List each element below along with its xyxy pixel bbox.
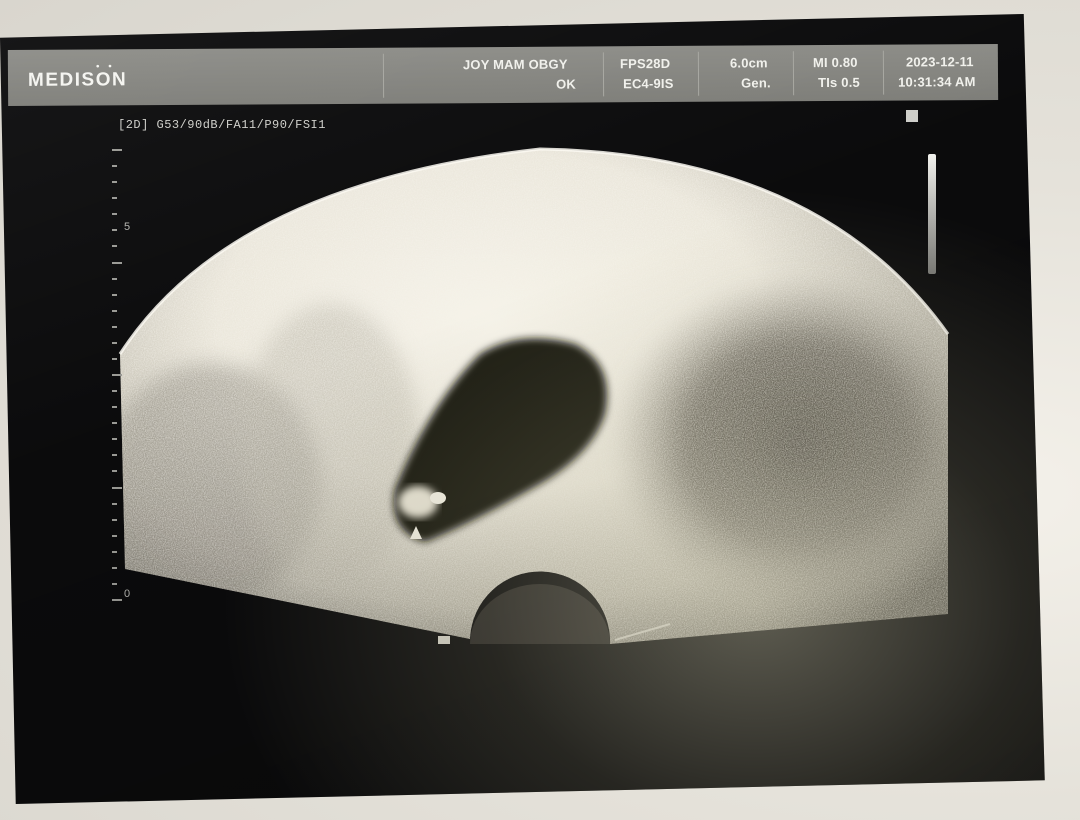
yolk-sac xyxy=(430,492,446,504)
depth-scale-tick xyxy=(112,181,117,184)
mode-readout: Gen. xyxy=(740,75,771,91)
depth-scale-tick xyxy=(112,550,117,553)
depth-scale-tick xyxy=(112,293,117,296)
depth-scale: 50 xyxy=(112,149,152,609)
depth-scale-tick xyxy=(112,406,117,409)
depth-scale-label: 0 xyxy=(124,588,131,600)
depth-scale-tick xyxy=(112,470,117,473)
depth-scale-tick xyxy=(112,277,117,280)
depth-scale-tick xyxy=(112,599,122,601)
depth-scale-tick xyxy=(112,422,117,425)
depth-scale-tick xyxy=(112,534,117,537)
institution-name: JOY MAM OBGY xyxy=(462,56,568,73)
depth-scale-tick xyxy=(112,149,122,151)
probe-footprint xyxy=(470,584,610,644)
depth-scale-tick xyxy=(112,438,117,441)
orientation-marker xyxy=(906,110,918,122)
depth-scale-tick xyxy=(112,486,122,489)
depth-scale-label: 5 xyxy=(124,221,131,233)
depth-scale-tick xyxy=(112,390,117,393)
depth-scale-tick xyxy=(112,341,117,344)
depth-scale-tick xyxy=(112,229,117,232)
ultrasound-printout: • • MEDISON JOY MAM OBGY OK FPS28D EC4-9… xyxy=(0,14,1045,804)
mechanical-index-readout: MI 0.80 xyxy=(812,54,858,71)
depth-readout: 6.0cm xyxy=(729,55,768,71)
medison-logo: MEDISON xyxy=(27,69,128,91)
time-readout: 10:31:34 AM xyxy=(897,74,976,90)
header-separator xyxy=(382,53,385,98)
photo-background: • • MEDISON JOY MAM OBGY OK FPS28D EC4-9… xyxy=(0,0,1080,820)
ultrasound-scan-image xyxy=(118,147,950,644)
depth-scale-tick xyxy=(112,374,122,376)
depth-scale-tick xyxy=(112,357,117,360)
focus-marker xyxy=(438,636,450,644)
depth-scale-tick xyxy=(112,165,117,168)
depth-scale-tick xyxy=(112,261,122,264)
fetal-pole xyxy=(398,486,438,518)
header-separator xyxy=(602,52,605,97)
depth-scale-tick xyxy=(112,213,117,216)
depth-scale-tick xyxy=(112,454,117,457)
imaging-preset-line: [2D] G53/90dB/FA11/P90/FSI1 xyxy=(118,118,326,132)
header-separator xyxy=(697,51,700,96)
header-separator xyxy=(882,50,885,95)
depth-scale-tick xyxy=(112,582,117,585)
depth-scale-tick xyxy=(112,309,117,312)
probe-readout: EC4-9IS xyxy=(623,75,674,92)
grayscale-bar-icon xyxy=(928,154,936,274)
date-readout: 2023-12-11 xyxy=(905,54,974,70)
depth-scale-tick xyxy=(112,502,117,505)
header-separator xyxy=(792,51,795,96)
depth-scale-tick xyxy=(112,325,117,328)
institution-suffix: OK xyxy=(556,76,576,92)
thermal-index-readout: TIs 0.5 xyxy=(817,74,860,91)
header-bar: • • MEDISON JOY MAM OBGY OK FPS28D EC4-9… xyxy=(7,43,999,106)
depth-scale-tick xyxy=(112,518,117,521)
depth-scale-tick xyxy=(112,197,117,200)
depth-scale-tick xyxy=(112,566,117,569)
frame-rate-readout: FPS28D xyxy=(619,55,671,72)
depth-scale-tick xyxy=(112,245,117,248)
